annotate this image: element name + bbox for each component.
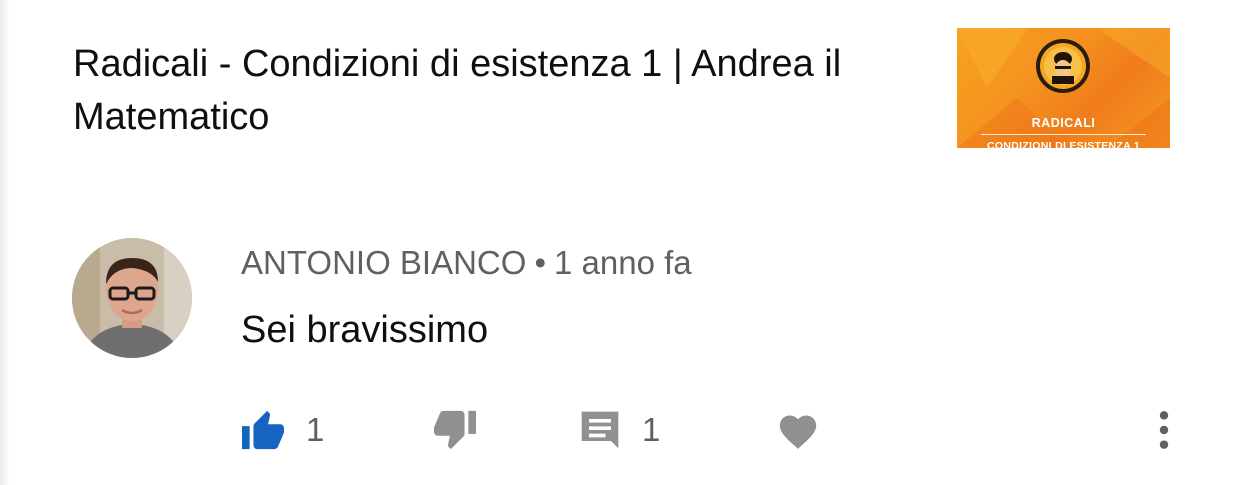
more-options-button[interactable] [1150, 400, 1178, 460]
thumbnail-title: RADICALI [1031, 116, 1096, 130]
comment-icon [581, 411, 619, 449]
reply-count: 1 [642, 411, 661, 448]
dislike-button[interactable] [432, 400, 478, 460]
avatar[interactable] [72, 238, 192, 358]
comment-author[interactable]: ANTONIO BIANCO [241, 244, 526, 281]
comment-text: Sei bravissimo [241, 309, 489, 351]
thumb-down-icon [434, 410, 476, 450]
meta-separator: • [534, 244, 546, 281]
like-button[interactable]: 1 [240, 400, 324, 460]
like-count: 1 [306, 411, 325, 448]
reply-button[interactable]: 1 [578, 400, 660, 460]
more-vert-icon [1159, 411, 1169, 449]
heart-button[interactable] [776, 400, 820, 460]
thumbnail-divider [981, 134, 1146, 135]
heart-icon [779, 415, 817, 449]
comment-meta: ANTONIO BIANCO • 1 anno fa [241, 243, 692, 283]
left-edge-shadow [0, 0, 10, 485]
comment-notification-page: Radicali - Condizioni di esistenza 1 | A… [0, 0, 1242, 485]
video-title[interactable]: Radicali - Condizioni di esistenza 1 | A… [73, 38, 933, 144]
thumbnail-subtitle: CONDIZIONI DI ESISTENZA 1 [987, 140, 1140, 148]
video-thumbnail[interactable]: RADICALI CONDIZIONI DI ESISTENZA 1 [957, 28, 1170, 148]
comment-time: 1 anno fa [554, 244, 692, 281]
avatar-photo [72, 238, 192, 358]
thumb-up-icon [242, 410, 284, 450]
thumbnail-background-art [957, 28, 1170, 148]
